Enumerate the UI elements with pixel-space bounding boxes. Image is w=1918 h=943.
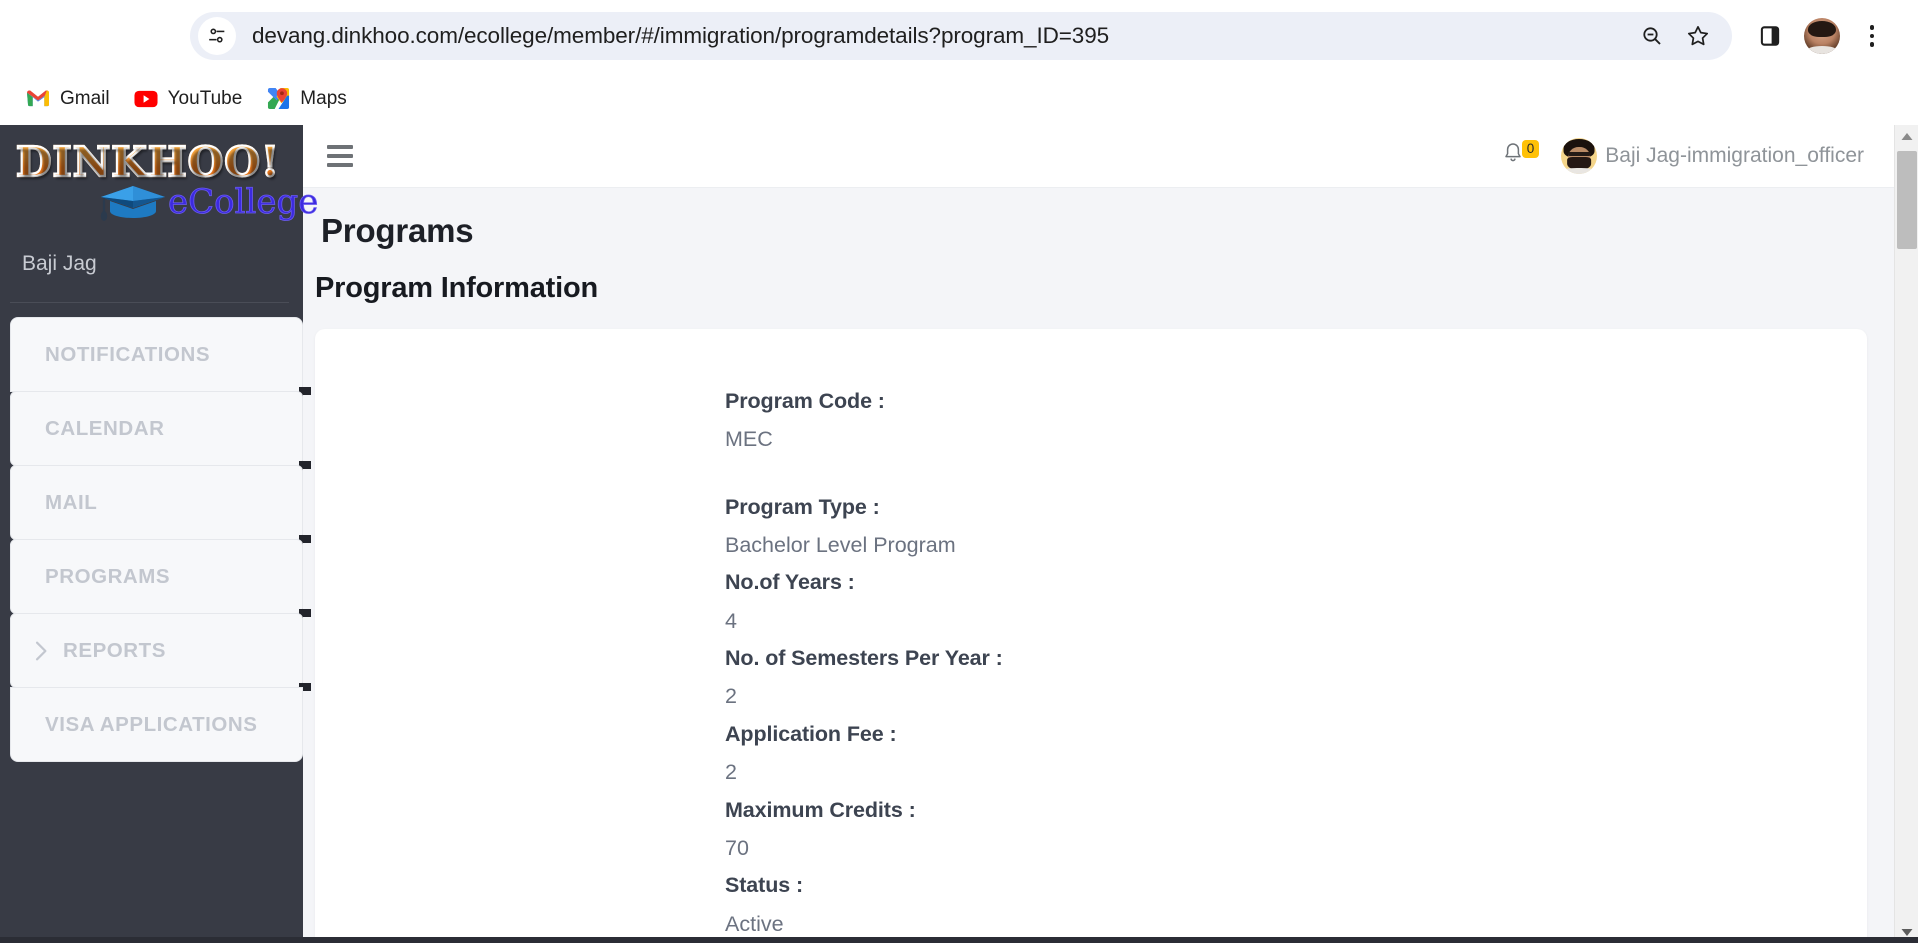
graduation-cap-icon xyxy=(96,180,170,224)
page-title: Programs xyxy=(321,212,474,249)
field-value: 70 xyxy=(725,835,749,860)
field-value: 2 xyxy=(725,684,737,709)
browser-chrome: devang.dinkhoo.com/ecollege/member/#/imm… xyxy=(0,0,1918,125)
three-dot-menu-icon[interactable] xyxy=(1852,14,1892,58)
program-information-card: Program Code : MEC Program Type : Bachel… xyxy=(315,329,1867,941)
window-bottom-strip xyxy=(0,937,1918,943)
sidebar-item-label: PROGRAMS xyxy=(45,564,171,588)
sidebar-item-mail[interactable]: MAIL xyxy=(10,465,311,544)
bookmark-gmail[interactable]: Gmail xyxy=(14,81,122,117)
sidebar-item-calendar[interactable]: CALENDAR xyxy=(10,391,311,470)
field-label: No.of Years : xyxy=(725,570,855,595)
logo-wordmark: DINKHOO! xyxy=(15,138,281,186)
bookmark-youtube[interactable]: YouTube xyxy=(122,81,255,117)
field-value: MEC xyxy=(725,427,773,452)
bookmark-label: Maps xyxy=(300,87,347,109)
profile-avatar-icon[interactable] xyxy=(1804,18,1840,54)
scrollbar-thumb[interactable] xyxy=(1897,151,1917,249)
field-program-code: Program Code : MEC xyxy=(725,385,1867,457)
forward-arrow-icon[interactable] xyxy=(74,10,126,62)
bookmark-label: YouTube xyxy=(167,87,243,109)
google-maps-icon xyxy=(266,87,290,111)
field-no-of-years: No.of Years : 4 xyxy=(725,566,1867,638)
bookmark-label: Gmail xyxy=(60,87,110,109)
field-status: Status : Active xyxy=(725,869,1867,941)
bookmark-maps[interactable]: Maps xyxy=(254,81,358,117)
notification-count-badge: 0 xyxy=(1521,139,1540,159)
youtube-icon xyxy=(134,87,158,111)
field-program-type: Program Type : Bachelor Level Program xyxy=(725,491,1867,563)
program-fields-list: Program Code : MEC Program Type : Bachel… xyxy=(315,329,1867,941)
app-logo[interactable]: DINKHOO! eCollege xyxy=(0,125,319,224)
field-value: 2 xyxy=(725,760,737,785)
logo-subbrand: eCollege xyxy=(168,182,319,223)
section-title: Program Information xyxy=(315,272,598,304)
hamburger-menu-icon[interactable] xyxy=(327,139,353,173)
field-value: Active xyxy=(725,911,784,936)
sidebar-item-label: VISA APPLICATIONS xyxy=(45,712,258,736)
sidebar-item-label: CALENDAR xyxy=(45,416,165,440)
scroll-up-arrow-icon[interactable] xyxy=(1895,125,1918,147)
field-label: Maximum Credits : xyxy=(725,797,916,822)
field-label: Program Code : xyxy=(725,389,885,413)
main-content: 0 Baji Jag-immigration_officer Programs … xyxy=(303,125,1894,943)
browser-actions xyxy=(1748,14,1896,58)
sidebar-item-reports[interactable]: REPORTS xyxy=(10,613,311,692)
sidebar-item-visa-applications[interactable]: VISA APPLICATIONS xyxy=(10,687,303,763)
reload-icon[interactable] xyxy=(126,10,178,62)
site-settings-icon[interactable] xyxy=(198,17,236,55)
sidebar-item-label: MAIL xyxy=(45,490,98,514)
user-avatar-icon[interactable] xyxy=(1561,138,1598,174)
header-username[interactable]: Baji Jag-immigration_officer xyxy=(1605,144,1864,168)
sidebar-item-label: REPORTS xyxy=(63,638,166,662)
field-label: No. of Semesters Per Year : xyxy=(725,646,1003,671)
bookmarks-bar: Gmail YouTube Maps xyxy=(0,72,1918,125)
gmail-icon xyxy=(26,87,50,111)
chevron-right-icon xyxy=(33,641,49,660)
sidebar-divider xyxy=(10,302,289,304)
star-icon[interactable] xyxy=(1678,16,1718,56)
field-label: Status : xyxy=(725,873,804,898)
sidebar-menu: NOTIFICATIONS CALENDAR MAIL PROGRAMS REP… xyxy=(10,317,311,763)
field-application-fee: Application Fee : 2 xyxy=(725,718,1867,790)
field-maximum-credits: Maximum Credits : 70 xyxy=(725,794,1867,866)
application-viewport: DINKHOO! eCollege Baji Jag NOTIFICATIONS… xyxy=(0,125,1918,943)
field-label: Program Type : xyxy=(725,494,880,519)
sidebar: DINKHOO! eCollege Baji Jag NOTIFICATIONS… xyxy=(0,125,319,943)
notifications-button[interactable]: 0 xyxy=(1501,139,1540,171)
app-header: 0 Baji Jag-immigration_officer xyxy=(303,125,1894,188)
field-semesters-per-year: No. of Semesters Per Year : 2 xyxy=(725,642,1867,714)
address-bar[interactable]: devang.dinkhoo.com/ecollege/member/#/imm… xyxy=(190,12,1732,60)
back-arrow-icon[interactable] xyxy=(22,10,74,62)
sidebar-username: Baji Jag xyxy=(22,252,97,276)
side-panel-icon[interactable] xyxy=(1748,14,1792,58)
field-label: Application Fee : xyxy=(725,721,897,746)
field-value: 4 xyxy=(725,608,737,633)
sidebar-item-label: NOTIFICATIONS xyxy=(45,342,211,366)
header-actions: 0 Baji Jag-immigration_officer xyxy=(1501,138,1864,174)
vertical-scrollbar[interactable] xyxy=(1894,125,1918,943)
sidebar-item-notifications[interactable]: NOTIFICATIONS xyxy=(10,317,311,396)
url-text[interactable]: devang.dinkhoo.com/ecollege/member/#/imm… xyxy=(236,23,1626,49)
sidebar-item-programs[interactable]: PROGRAMS xyxy=(10,539,311,618)
browser-toolbar: devang.dinkhoo.com/ecollege/member/#/imm… xyxy=(0,0,1918,72)
field-value: Bachelor Level Program xyxy=(725,533,956,558)
zoom-out-icon[interactable] xyxy=(1632,16,1672,56)
